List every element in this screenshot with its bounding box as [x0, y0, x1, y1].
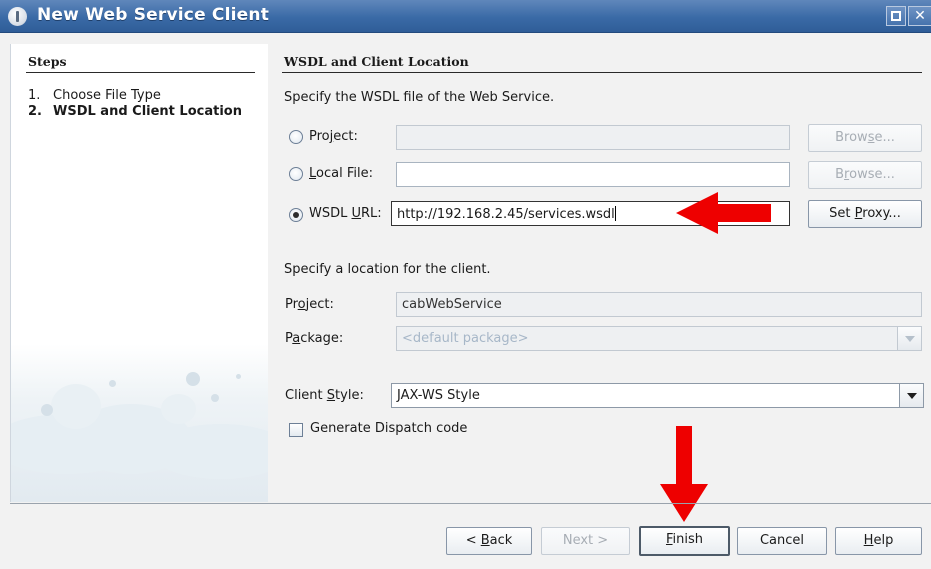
- close-icon: ✕: [914, 8, 926, 24]
- maximize-icon: [891, 11, 901, 21]
- wsdl-url-radio-label[interactable]: WSDL URL:: [309, 206, 382, 221]
- local-file-radio-label[interactable]: Local File:: [309, 166, 373, 181]
- wsdl-url-radio[interactable]: [289, 208, 303, 222]
- set-proxy-button[interactable]: Set Proxy...: [808, 200, 922, 228]
- steps-panel: Steps 1. Choose File Type 2. WSDL and Clie…: [10, 44, 268, 502]
- project-radio[interactable]: [289, 130, 303, 144]
- step-label: WSDL and Client Location: [53, 104, 242, 119]
- finish-button[interactable]: Finish: [639, 526, 730, 556]
- annotation-arrow-left-icon: [676, 192, 771, 234]
- help-button[interactable]: Help: [835, 527, 922, 555]
- package-label: Package:: [285, 331, 344, 346]
- local-file-field[interactable]: [396, 162, 790, 187]
- step-number: 2.: [28, 104, 42, 119]
- window-title: New Web Service Client: [37, 5, 270, 25]
- package-placeholder: <default package>: [402, 331, 529, 346]
- chevron-down-icon[interactable]: [897, 327, 921, 350]
- annotation-arrow-down-icon: [660, 426, 708, 522]
- step-number: 1.: [28, 88, 41, 103]
- footer-divider: [10, 503, 931, 504]
- cancel-button[interactable]: Cancel: [737, 527, 827, 555]
- title-bar[interactable]: New Web Service Client ✕: [0, 0, 931, 33]
- package-combo[interactable]: <default package>: [396, 326, 922, 351]
- browse-project-button[interactable]: Browse...: [808, 124, 922, 152]
- project-label: Project:: [285, 297, 334, 312]
- client-style-combo[interactable]: JAX-WS Style: [391, 383, 924, 408]
- maximize-button[interactable]: [886, 6, 906, 26]
- local-file-radio[interactable]: [289, 167, 303, 181]
- step-label: Choose File Type: [53, 88, 161, 103]
- info-icon: [8, 7, 27, 26]
- steps-title: Steps: [28, 54, 67, 69]
- back-button[interactable]: < Back: [446, 527, 532, 555]
- dialog-window: New Web Service Client ✕ Steps 1. Choose …: [0, 0, 931, 569]
- client-style-value: JAX-WS Style: [397, 388, 480, 403]
- decorative-clouds: [11, 344, 268, 502]
- section-divider: [282, 72, 922, 73]
- generate-dispatch-label[interactable]: Generate Dispatch code: [310, 421, 467, 436]
- generate-dispatch-checkbox[interactable]: [289, 423, 303, 437]
- close-button[interactable]: ✕: [908, 6, 931, 26]
- client-style-label: Client Style:: [285, 388, 364, 403]
- steps-divider: [26, 72, 255, 73]
- project-radio-label[interactable]: Project:: [309, 129, 358, 144]
- next-button[interactable]: Next >: [541, 527, 630, 555]
- project-field: cabWebService: [396, 292, 922, 317]
- client-instruction: Specify a location for the client.: [284, 262, 491, 277]
- section-title: WSDL and Client Location: [284, 54, 469, 69]
- wsdl-instruction: Specify the WSDL file of the Web Service…: [284, 90, 555, 105]
- chevron-down-icon[interactable]: [899, 384, 923, 407]
- step-item-current: 2. WSDL and Client Location: [28, 104, 242, 119]
- browse-local-file-button[interactable]: Browse...: [808, 161, 922, 189]
- step-item: 1. Choose File Type: [28, 88, 161, 103]
- project-wsdl-field[interactable]: [396, 125, 790, 150]
